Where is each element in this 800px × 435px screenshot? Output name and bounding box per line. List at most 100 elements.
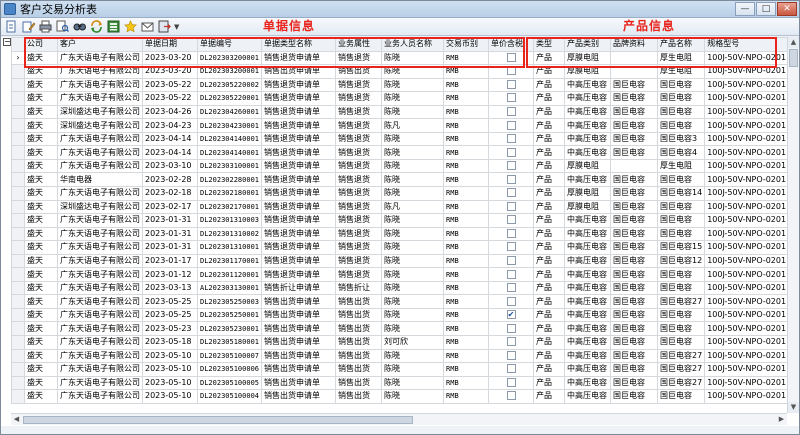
table-cell[interactable]: 100J-50V-NPO-0201 <box>704 375 790 391</box>
table-cell[interactable]: 广东天语电子有限公司 <box>57 158 143 174</box>
tax-included-checkbox[interactable] <box>488 158 535 174</box>
table-cell[interactable]: 国巨电容 <box>610 375 659 391</box>
table-row[interactable]: 盛天 广东天语电子有限公司 2023-03-10 DL202303100001 销售退货… <box>11 158 790 174</box>
table-cell[interactable]: 产品 <box>533 267 566 282</box>
table-cell[interactable]: 100J-50V-NPO-0201 <box>704 335 790 350</box>
table-cell[interactable]: 广东天语电子有限公司 <box>57 307 143 323</box>
table-cell[interactable]: 100J-50V-NPO-0201 <box>704 186 790 201</box>
minimize-button[interactable]: — <box>735 2 755 16</box>
table-row[interactable]: 盛天 广东天语电子有限公司 2023-05-10 DL202305100004 销售出货… <box>11 389 790 404</box>
table-cell[interactable]: 销售出货 <box>335 294 383 309</box>
table-cell[interactable]: 销售出货申请单 <box>261 307 337 323</box>
table-cell[interactable]: RMB <box>443 77 490 93</box>
table-cell[interactable]: 2023-03-20 <box>142 50 198 66</box>
table-cell[interactable]: 2023-01-31 <box>142 240 198 255</box>
table-cell[interactable]: DL202305100007 <box>196 348 263 364</box>
table-cell[interactable]: 中高压电容 <box>564 172 612 187</box>
table-cell[interactable]: 厚生电阻 <box>657 158 706 174</box>
table-cell[interactable]: 产品 <box>533 294 566 309</box>
table-cell[interactable]: 销售退货 <box>335 186 383 201</box>
table-cell[interactable]: 厚膜电阻 <box>564 64 612 79</box>
table-cell[interactable]: DL202304260001 <box>196 104 263 120</box>
table-cell[interactable]: 国巨电容 <box>610 240 659 255</box>
table-cell[interactable]: 中高压电容 <box>564 118 612 133</box>
table-cell[interactable]: 中高压电容 <box>564 226 612 242</box>
table-cell[interactable]: 销售退货 <box>335 77 383 93</box>
table-cell[interactable]: 厚膜电阻 <box>564 158 612 174</box>
table-cell[interactable]: RMB <box>443 145 490 160</box>
table-cell[interactable]: 100J-50V-NPO-0201 <box>704 294 790 309</box>
table-cell[interactable]: 陈晓 <box>381 375 445 391</box>
table-cell[interactable]: DL202305100006 <box>196 362 263 377</box>
table-cell[interactable]: 广东天语电子有限公司 <box>57 240 143 255</box>
table-cell[interactable]: 国巨电容 <box>657 213 706 228</box>
table-cell[interactable]: 产品 <box>533 213 566 228</box>
table-cell[interactable]: 销售退货 <box>335 213 383 228</box>
table-cell[interactable]: DL202302180001 <box>196 186 263 201</box>
table-cell[interactable]: DL202304230001 <box>196 118 263 133</box>
current-row-indicator-icon[interactable]: › <box>11 50 25 66</box>
tax-included-checkbox[interactable] <box>488 118 535 133</box>
row-indicator[interactable] <box>11 267 25 282</box>
table-cell[interactable]: 2023-01-31 <box>142 226 198 242</box>
checkbox[interactable] <box>506 296 516 306</box>
table-cell[interactable]: 2023-05-10 <box>142 362 198 377</box>
table-cell[interactable]: 产品 <box>533 348 566 364</box>
table-cell[interactable]: 销售出货 <box>335 348 383 364</box>
checkbox[interactable] <box>506 364 516 374</box>
table-row[interactable]: 盛天 广东天语电子有限公司 2023-04-14 DL202304140001 销售退货… <box>11 131 790 147</box>
table-cell[interactable]: 100J-50V-NPO-0201 <box>704 50 790 66</box>
row-indicator[interactable] <box>11 240 25 255</box>
table-cell[interactable]: 销售退货 <box>335 253 383 269</box>
table-cell[interactable]: 2023-02-17 <box>142 199 198 215</box>
table-cell[interactable]: 国巨电容 <box>657 389 706 404</box>
exit-icon[interactable] <box>157 19 172 34</box>
column-header[interactable]: 产品名称 <box>657 37 706 52</box>
table-row[interactable]: 盛天 广东天语电子有限公司 2023-01-31 DL202301310003 销售退货… <box>11 213 790 228</box>
table-cell[interactable]: 国巨电容 <box>610 280 659 296</box>
table-row[interactable]: 盛天 广东天语电子有限公司 2023-05-22 DL202305220001 销售退货… <box>11 91 790 106</box>
table-cell[interactable]: 盛天 <box>24 226 58 242</box>
table-cell[interactable]: 2023-04-14 <box>142 131 198 147</box>
table-cell[interactable]: DL202305100005 <box>196 375 263 391</box>
table-cell[interactable]: 国巨电容 <box>657 104 706 120</box>
scroll-left-icon[interactable]: ◀ <box>11 414 22 425</box>
table-cell[interactable]: DL202302170001 <box>196 199 263 215</box>
column-header[interactable]: 规格型号 <box>704 37 790 52</box>
table-cell[interactable]: 销售出货 <box>335 362 383 377</box>
table-cell[interactable]: 销售退货 <box>335 158 383 174</box>
checkbox[interactable] <box>506 52 516 62</box>
table-cell[interactable]: 2023-03-20 <box>142 64 198 79</box>
table-cell[interactable]: 广东天语电子有限公司 <box>57 91 143 106</box>
table-cell[interactable]: 销售出货申请单 <box>261 64 337 79</box>
table-cell[interactable]: 陈晓 <box>381 50 445 66</box>
table-cell[interactable]: 广东天语电子有限公司 <box>57 131 143 147</box>
table-cell[interactable]: 陈晓 <box>381 145 445 160</box>
table-cell[interactable]: 陈晓 <box>381 158 445 174</box>
table-cell[interactable]: 陈晓 <box>381 389 445 404</box>
table-cell[interactable]: 2023-03-10 <box>142 158 198 174</box>
table-cell[interactable]: 产品 <box>533 131 566 147</box>
table-cell[interactable]: 陈晓 <box>381 172 445 187</box>
table-cell[interactable]: 国巨电容 <box>610 104 659 120</box>
table-cell[interactable]: RMB <box>443 321 490 337</box>
row-indicator[interactable] <box>11 294 25 309</box>
checkbox[interactable] <box>506 337 516 347</box>
table-cell[interactable]: 国巨电容 <box>657 199 706 215</box>
table-cell[interactable]: DL202305230001 <box>196 321 263 337</box>
table-cell[interactable]: 国巨电容 <box>657 321 706 337</box>
table-cell[interactable]: 100J-50V-NPO-0201 <box>704 348 790 364</box>
table-row[interactable]: 盛天 广东天语电子有限公司 2023-01-31 DL202301310002 销售退货… <box>11 226 790 242</box>
table-cell[interactable]: 盛天 <box>24 118 58 133</box>
table-cell[interactable]: 盛天 <box>24 186 58 201</box>
table-cell[interactable]: 盛天 <box>24 50 58 66</box>
table-cell[interactable]: 产品 <box>533 307 566 323</box>
checkbox[interactable] <box>506 188 516 198</box>
row-indicator[interactable] <box>11 64 25 79</box>
table-cell[interactable]: 陈晓 <box>381 240 445 255</box>
table-cell[interactable]: DL202301310003 <box>196 213 263 228</box>
table-row[interactable]: 盛天 广东天语电子有限公司 2023-03-20 DL202303200001 销售出货… <box>11 64 790 79</box>
table-cell[interactable]: 中高压电容 <box>564 294 612 309</box>
table-cell[interactable]: 陈晓 <box>381 91 445 106</box>
table-cell[interactable]: 100J-50V-NPO-0201 <box>704 280 790 296</box>
